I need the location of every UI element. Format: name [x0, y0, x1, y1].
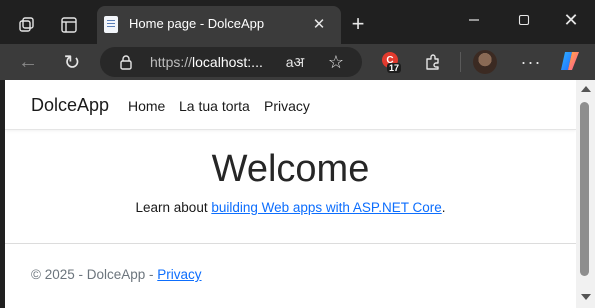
puzzle-icon[interactable]: [420, 49, 446, 75]
toolbar-divider: [460, 52, 461, 72]
url-text[interactable]: https://localhost:...: [150, 54, 263, 70]
footer-divider: [5, 243, 576, 244]
lock-icon[interactable]: [118, 54, 134, 70]
reload-icon[interactable]: ↻: [58, 48, 86, 76]
aspnet-docs-link[interactable]: building Web apps with ASP.NET Core: [211, 200, 441, 215]
scroll-up-icon[interactable]: [581, 86, 591, 92]
tab-actions-icon[interactable]: [56, 12, 82, 38]
brand-link[interactable]: DolceApp: [31, 95, 109, 116]
page-title: Welcome: [211, 148, 370, 190]
lead-paragraph: Learn about building Web apps with ASP.N…: [135, 200, 446, 215]
site-navbar: DolceApp Home La tua torta Privacy: [5, 80, 576, 130]
minimize-icon[interactable]: [462, 8, 486, 32]
nav-home[interactable]: Home: [128, 98, 165, 114]
footer-privacy-link[interactable]: Privacy: [157, 267, 201, 282]
active-tab[interactable]: Home page - DolceApp ✕: [97, 6, 341, 44]
tab-strip: Home page - DolceApp ✕ + ✕: [0, 0, 595, 44]
profile-avatar[interactable]: [473, 50, 497, 74]
maximize-icon[interactable]: [512, 8, 536, 32]
copilot-icon[interactable]: [558, 49, 582, 73]
plus-icon[interactable]: +: [344, 10, 372, 38]
vertical-scrollbar[interactable]: [576, 80, 595, 308]
nav-privacy[interactable]: Privacy: [264, 98, 310, 114]
close-icon[interactable]: ✕: [307, 12, 331, 36]
extension-badge-count: 17: [387, 63, 402, 73]
footer: © 2025 - DolceApp - Privacy: [31, 267, 202, 282]
address-bar[interactable]: https://localhost:... aअ ☆: [100, 47, 362, 77]
browser-toolbar: ← ↻ https://localhost:... aअ ☆: [0, 44, 595, 80]
scrollbar-thumb[interactable]: [580, 102, 589, 276]
back-arrow-icon[interactable]: ←: [14, 48, 42, 76]
nav-la-tua-torta[interactable]: La tua torta: [179, 98, 250, 114]
tab-title: Home page - DolceApp: [129, 16, 265, 31]
page-viewport: DolceApp Home La tua torta Privacy Welco…: [5, 80, 576, 308]
extension-button[interactable]: C 17: [381, 50, 405, 78]
more-icon[interactable]: ···: [518, 49, 544, 75]
scroll-down-icon[interactable]: [581, 294, 591, 300]
close-window-icon[interactable]: ✕: [559, 8, 583, 32]
page-icon: [104, 16, 118, 33]
workspaces-icon[interactable]: [14, 12, 40, 38]
read-aloud-icon[interactable]: aअ: [284, 51, 306, 73]
star-icon[interactable]: ☆: [324, 50, 348, 74]
